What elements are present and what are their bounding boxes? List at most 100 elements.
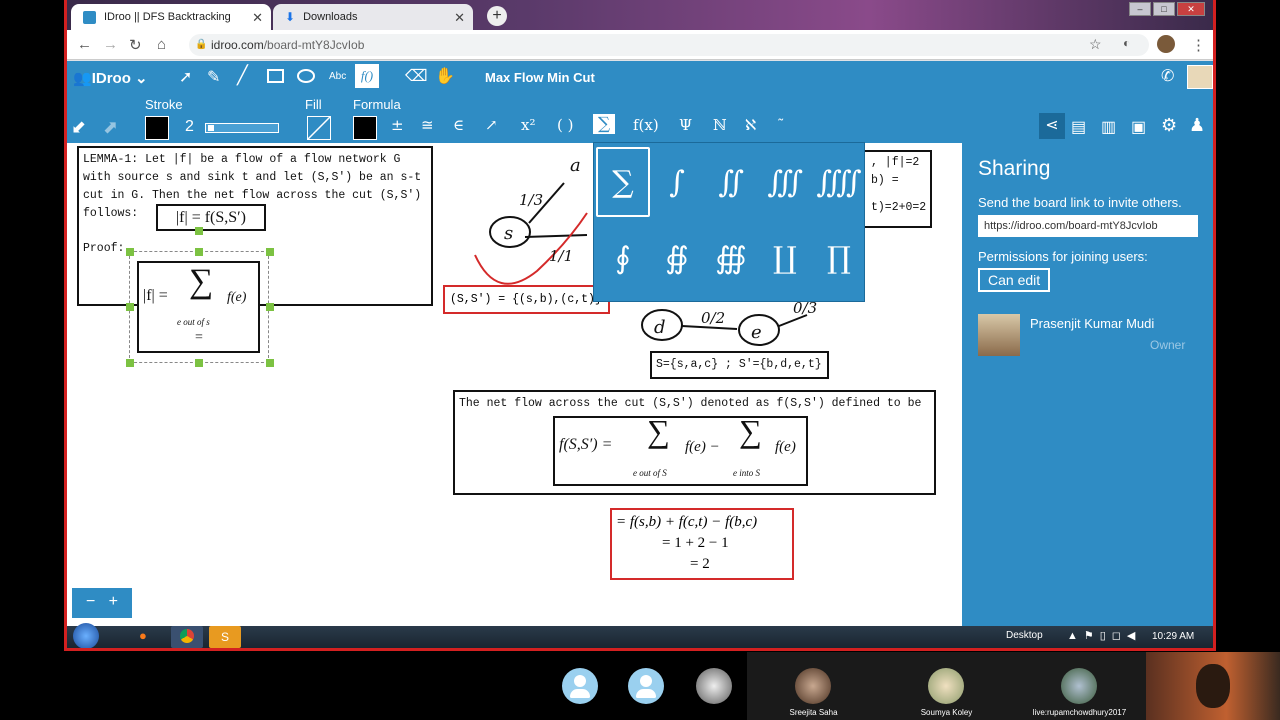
palette-symbol-row2-1[interactable]: ∯: [650, 223, 704, 293]
palette-symbol-row1-2[interactable]: ∬: [704, 147, 758, 217]
desktop-toolbar-label[interactable]: Desktop: [1006, 630, 1043, 641]
palette-symbol-row2-3[interactable]: ∐: [758, 223, 812, 293]
home-icon[interactable]: ⌂: [157, 36, 166, 53]
redo-arrow-icon[interactable]: ⬈: [103, 117, 118, 138]
ellipse-icon[interactable]: [297, 69, 315, 83]
formula-symbol-button[interactable]: ℵ: [745, 116, 756, 134]
share-icon[interactable]: ⋖: [1039, 113, 1065, 139]
undo-arrow-icon[interactable]: ⬋: [71, 117, 86, 138]
palette-symbol-row1-0[interactable]: ∑: [596, 147, 650, 217]
formula-symbol-button[interactable]: Ψ: [679, 116, 692, 134]
formula-symbol-button[interactable]: x²: [521, 116, 535, 134]
proof-sub: e out of s: [177, 317, 210, 327]
zoom-out-button[interactable]: −: [86, 593, 95, 610]
self-video-tile[interactable]: [1146, 652, 1280, 720]
select-arrow-icon[interactable]: ➚: [179, 67, 192, 87]
board-title: Max Flow Min Cut: [485, 70, 595, 85]
profile-avatar[interactable]: [1157, 35, 1175, 53]
proof-formula[interactable]: |f| = ∑ f(e) e out of s =: [137, 261, 260, 353]
chrome-taskbar-button[interactable]: [171, 626, 203, 648]
palette-symbol-row2-4[interactable]: ∏: [812, 223, 866, 293]
download-icon: ⬇: [285, 10, 296, 24]
rectangle-icon[interactable]: [267, 69, 284, 83]
stroke-width-slider[interactable]: [205, 123, 279, 133]
new-tab-button[interactable]: +: [487, 6, 507, 26]
tab-idroo[interactable]: IDroo || DFS Backtracking ✕: [71, 4, 271, 30]
formula-symbol-button[interactable]: ∈: [453, 116, 464, 134]
palette-symbol-row1-1[interactable]: ∫: [650, 147, 704, 217]
url-field[interactable]: 🔒 idroo.com/board-mtY8JcvIob: [189, 34, 1149, 56]
cut-set-box[interactable]: (S,S') = {(s,b),(c,t)}: [443, 285, 610, 314]
bookmark-star-icon[interactable]: ☆: [1089, 36, 1102, 53]
participant-tile[interactable]: [622, 652, 670, 720]
node-a: a: [570, 155, 581, 176]
formula-symbol-button[interactable]: ∑: [593, 114, 616, 134]
user-avatar[interactable]: [1187, 65, 1213, 89]
extension-icon[interactable]: ◐: [1123, 36, 1130, 50]
participant-name: Soumya Koley: [920, 708, 973, 717]
pencil-icon[interactable]: ✎: [207, 67, 220, 87]
formula-symbol-button[interactable]: ˜: [777, 116, 785, 134]
participant-tile[interactable]: live:rupamchowdhury2017: [1013, 652, 1146, 720]
share-link-field[interactable]: https://idroo.com/board-mtY8JcvIob: [978, 215, 1198, 237]
screen: IDroo || DFS Backtracking ✕ ⬇ Downloads …: [0, 0, 1280, 720]
formula-tool[interactable]: f(): [355, 64, 379, 88]
hand-icon[interactable]: ✋: [435, 66, 455, 86]
close-tab-icon[interactable]: ✕: [252, 10, 263, 26]
close-tab-icon[interactable]: ✕: [454, 10, 465, 26]
gear-icon[interactable]: ⚙: [1161, 115, 1177, 136]
participant-tile[interactable]: [556, 652, 604, 720]
maximize-button[interactable]: □: [1153, 2, 1175, 16]
zoom-in-button[interactable]: +: [109, 593, 118, 610]
palette-symbol-row1-4[interactable]: ⨌: [812, 147, 866, 217]
url-path: /board-mtY8JcvIob: [263, 38, 365, 52]
logo[interactable]: 👥IDroo ⌄: [73, 69, 148, 87]
phone-icon[interactable]: ✆: [1161, 66, 1174, 86]
owner-name: Prasenjit Kumar Mudi: [1030, 316, 1155, 331]
back-arrow-icon[interactable]: ←: [77, 36, 92, 53]
partition-box[interactable]: S={s,a,c} ; S'={b,d,e,t}: [650, 351, 829, 379]
sharing-subtitle: Send the board link to invite others.: [978, 195, 1182, 210]
formula-symbol-button[interactable]: ↗: [485, 116, 498, 134]
palette-symbol-row1-3[interactable]: ∭: [758, 147, 812, 217]
proof-lhs: |f| =: [143, 287, 168, 304]
stroke-color-swatch[interactable]: [145, 116, 169, 140]
user-add-icon[interactable]: ♟: [1189, 115, 1205, 136]
document-icon[interactable]: ▥: [1101, 117, 1116, 137]
menu-dots-icon[interactable]: ⋮: [1191, 36, 1206, 54]
text-tool[interactable]: Abc: [329, 71, 346, 82]
skype-icon[interactable]: S: [209, 626, 241, 648]
formula-symbol-button[interactable]: ( ): [557, 116, 573, 134]
formula-symbol-button[interactable]: ≅: [421, 116, 434, 134]
calculation-box[interactable]: = f(s,b) + f(c,t) − f(b,c) = 1 + 2 − 1 =…: [610, 508, 794, 580]
participant-tile[interactable]: Sreejita Saha: [747, 652, 880, 720]
chat-icon[interactable]: ▤: [1071, 117, 1086, 137]
permission-select[interactable]: Can edit: [978, 268, 1051, 292]
minimize-button[interactable]: –: [1129, 2, 1151, 16]
tab-downloads[interactable]: ⬇ Downloads ✕: [273, 4, 473, 30]
participant-tile[interactable]: [690, 652, 738, 720]
formula-color-swatch[interactable]: [353, 116, 377, 140]
line-icon[interactable]: ╱: [237, 65, 248, 86]
palette-symbol-row2-2[interactable]: ∰: [704, 223, 758, 293]
sharing-title: Sharing: [978, 157, 1051, 180]
zoom-control[interactable]: − +: [72, 588, 132, 618]
firefox-icon[interactable]: ●: [139, 628, 147, 643]
formula-symbol-button[interactable]: f(x): [633, 116, 659, 134]
logo-text: IDroo: [91, 70, 131, 87]
permissions-label: Permissions for joining users:: [978, 249, 1148, 264]
formula-symbol-button[interactable]: ℕ: [713, 116, 727, 134]
tray-icons[interactable]: ▲⚑▯◻◀: [1067, 629, 1141, 642]
fill-none-swatch[interactable]: [307, 116, 331, 140]
forward-arrow-icon[interactable]: →: [103, 36, 118, 53]
image-icon[interactable]: ▣: [1131, 117, 1146, 137]
participant-tile[interactable]: Soumya Koley: [880, 652, 1013, 720]
palette-symbol-row2-0[interactable]: ∮: [596, 223, 650, 293]
avatar-placeholder-icon: [628, 668, 664, 704]
start-button[interactable]: [73, 623, 99, 648]
formula-symbol-button[interactable]: ±: [391, 116, 404, 134]
eraser-icon[interactable]: ⌫: [405, 66, 428, 86]
netflow-formula[interactable]: f(S,S′) = ∑ e out of S f(e) − ∑ e into S…: [553, 415, 808, 486]
reload-icon[interactable]: ↻: [129, 36, 142, 54]
close-window-button[interactable]: ✕: [1177, 2, 1205, 16]
